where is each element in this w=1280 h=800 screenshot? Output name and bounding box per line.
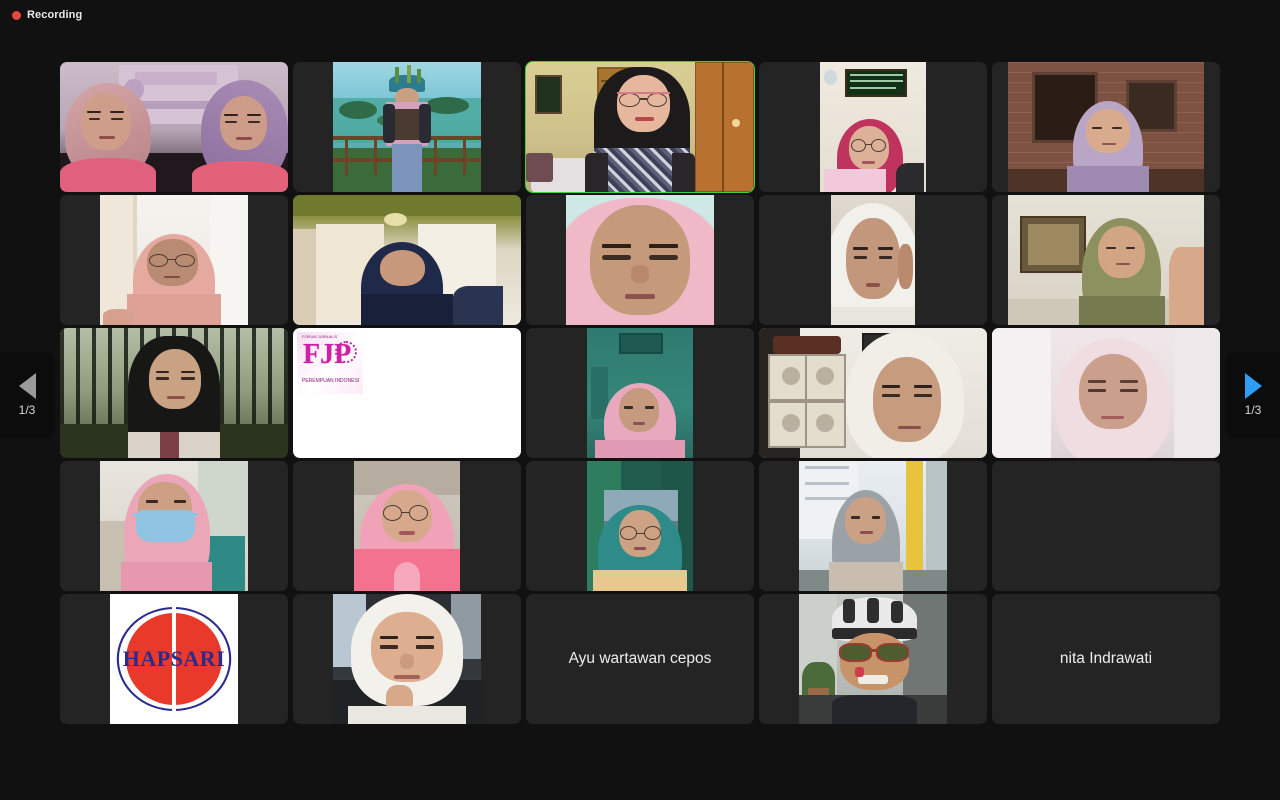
fjp-logo: FORUM JURNALIS FJP PEREMPUAN INDONESIA	[297, 332, 363, 394]
participant-tile[interactable]	[759, 461, 987, 591]
video-conference-app: Recording 1/3 1/3	[0, 0, 1280, 800]
fjp-subtitle: PEREMPUAN INDONESIA	[302, 378, 359, 385]
recording-label: Recording	[27, 9, 82, 21]
participant-video	[831, 195, 915, 325]
participant-video	[566, 195, 714, 325]
participant-video	[100, 195, 248, 325]
participant-tile[interactable]	[759, 594, 987, 724]
participant-video	[759, 328, 987, 458]
participant-tile[interactable]	[60, 195, 288, 325]
participant-tile[interactable]	[60, 328, 288, 458]
participant-video	[293, 195, 521, 325]
participant-tile[interactable]	[293, 594, 521, 724]
participant-tile[interactable]	[60, 461, 288, 591]
empty-tile	[992, 461, 1220, 591]
participant-tile[interactable]	[759, 328, 987, 458]
participant-tile[interactable]	[759, 195, 987, 325]
participant-video	[60, 328, 288, 458]
participant-video	[799, 594, 947, 724]
participant-name: Ayu wartawan cepos	[526, 594, 754, 724]
page-indicator-prev: 1/3	[19, 403, 36, 417]
participant-tile[interactable]	[60, 62, 288, 192]
next-page-button[interactable]: 1/3	[1226, 352, 1280, 438]
participant-video	[354, 461, 460, 591]
participant-tile[interactable]	[526, 195, 754, 325]
hapsari-wordmark: HAPSARI	[123, 646, 226, 672]
participant-tile-name-only[interactable]: Ayu wartawan cepos	[526, 594, 754, 724]
recording-indicator: Recording	[12, 7, 82, 23]
screen-share-tile[interactable]: FORUM JURNALIS FJP PEREMPUAN INDONESIA	[293, 328, 521, 458]
participant-video	[992, 328, 1220, 458]
participant-tile[interactable]	[992, 62, 1220, 192]
participant-tile-name-only[interactable]: nita Indrawati	[992, 594, 1220, 724]
participant-tile[interactable]	[759, 62, 987, 192]
triangle-right-icon	[1245, 373, 1262, 399]
participant-video	[333, 594, 481, 724]
participant-tile[interactable]	[992, 195, 1220, 325]
participant-tile[interactable]	[526, 328, 754, 458]
participant-video	[526, 62, 754, 192]
page-indicator-next: 1/3	[1245, 403, 1262, 417]
participant-name: nita Indrawati	[992, 594, 1220, 724]
participant-video	[587, 461, 693, 591]
participant-video	[333, 62, 481, 192]
fjp-letters: FJP	[303, 342, 351, 368]
participant-video	[587, 328, 693, 458]
participant-tile[interactable]	[293, 62, 521, 192]
participant-video	[1008, 195, 1204, 325]
participant-video	[799, 461, 947, 591]
participant-tile[interactable]	[992, 328, 1220, 458]
participant-video	[1008, 62, 1204, 192]
participant-tile-logo[interactable]: HAPSARI	[60, 594, 288, 724]
participant-video	[820, 62, 926, 192]
hapsari-logo: HAPSARI	[110, 594, 238, 724]
participant-tile[interactable]	[293, 461, 521, 591]
participant-tile-active-speaker[interactable]	[526, 62, 754, 192]
triangle-left-icon	[19, 373, 36, 399]
participant-grid: FORUM JURNALIS FJP PEREMPUAN INDONESIA	[60, 62, 1220, 725]
recording-dot-icon	[12, 11, 21, 20]
participant-video	[100, 461, 248, 591]
participant-video	[60, 62, 288, 192]
previous-page-button[interactable]: 1/3	[0, 352, 54, 438]
participant-tile[interactable]	[526, 461, 754, 591]
participant-tile[interactable]	[293, 195, 521, 325]
